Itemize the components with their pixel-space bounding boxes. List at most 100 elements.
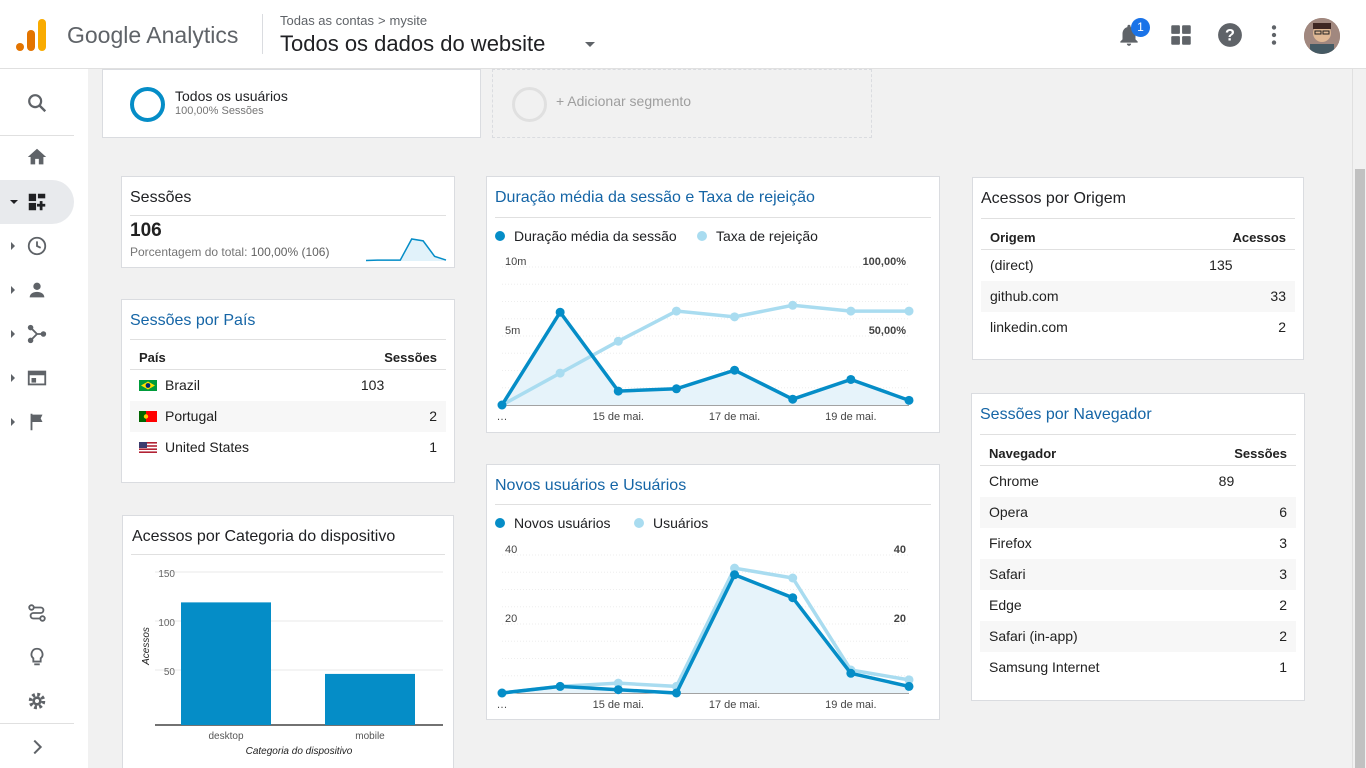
apps-grid-icon[interactable]	[1168, 22, 1194, 48]
page-scrollbar[interactable]	[1352, 69, 1366, 768]
flag-icon	[30, 413, 43, 431]
origin-table: Origem Acessos (direct) 135 github.com 33 l…	[981, 222, 1295, 343]
data-point	[904, 306, 914, 316]
card-divider	[130, 215, 446, 216]
segment-all-users[interactable]: Todos os usuários 100,00% Sessões	[102, 69, 481, 138]
y-tick-left: 10m	[505, 256, 526, 268]
card-divider	[981, 218, 1295, 219]
table-row[interactable]: United States 1	[130, 432, 446, 463]
admin-nav-item[interactable]	[0, 679, 74, 723]
legend-item[interactable]: Duração média da sessão	[495, 228, 677, 244]
data-point	[555, 368, 565, 378]
header-divider	[262, 14, 263, 54]
col-country[interactable]: País	[139, 350, 166, 365]
data-point	[613, 386, 623, 396]
nav-divider	[0, 723, 74, 724]
card-title[interactable]: Sessões por Navegador	[980, 406, 1152, 424]
breadcrumb-accounts[interactable]: Todas as contas	[280, 13, 374, 28]
data-point	[671, 306, 681, 316]
caret-right-icon	[11, 286, 15, 294]
search-nav-item[interactable]	[0, 81, 74, 125]
col-hits[interactable]: Acessos	[1233, 222, 1286, 254]
breadcrumb-site[interactable]: mysite	[390, 13, 428, 28]
row-value: 1	[429, 439, 437, 455]
conversions-nav-item[interactable]	[0, 400, 74, 444]
row-label: Samsung Internet	[989, 659, 1100, 675]
legend-dot	[634, 518, 644, 528]
table-row[interactable]: Opera 6	[980, 497, 1296, 528]
behavior-icon	[27, 370, 47, 386]
row-label: Brazil	[165, 377, 201, 393]
data-point	[671, 384, 681, 394]
behavior-nav-item[interactable]	[0, 356, 74, 400]
y-tick-right: 100,00%	[863, 256, 907, 268]
data-point	[613, 336, 623, 346]
table-header: Origem Acessos	[981, 222, 1295, 250]
card-title[interactable]: Novos usuários e Usuários	[495, 477, 686, 495]
legend-label: Duração média da sessão	[514, 228, 677, 244]
col-sessions[interactable]: Sessões	[384, 342, 437, 374]
add-segment-button[interactable]: + Adicionar segmento	[492, 69, 872, 138]
acquisition-nav-item[interactable]	[0, 312, 74, 356]
data-point	[730, 312, 740, 322]
expand-nav-button[interactable]	[0, 725, 74, 768]
legend-item[interactable]: Novos usuários	[495, 515, 611, 531]
col-origin[interactable]: Origem	[990, 230, 1036, 245]
legend-item[interactable]: Usuários	[634, 515, 708, 531]
discover-nav-item[interactable]	[0, 635, 74, 679]
data-point	[497, 688, 507, 698]
data-point	[671, 688, 681, 698]
audience-nav-item[interactable]	[0, 268, 74, 312]
svg-text:?: ?	[1225, 26, 1235, 44]
table-row[interactable]: (direct) 135	[981, 250, 1295, 281]
card-divider	[980, 434, 1296, 435]
y-tick-right: 50,00%	[869, 325, 907, 337]
avatar[interactable]	[1304, 18, 1340, 54]
row-value: 2	[429, 408, 437, 424]
table-row[interactable]: Chrome 89	[980, 466, 1296, 497]
col-browser[interactable]: Navegador	[989, 446, 1056, 461]
scrollbar-thumb[interactable]	[1355, 169, 1365, 768]
attribution-nav-item[interactable]	[0, 591, 74, 635]
table-row[interactable]: Brazil 103	[130, 370, 446, 401]
customization-nav-item[interactable]	[0, 180, 74, 224]
brand-name[interactable]: Google Analytics	[67, 22, 238, 49]
table-body: Brazil 103 Portugal 2 United States 1	[130, 370, 446, 463]
breadcrumb[interactable]: Todas as contas > mysite	[280, 13, 427, 28]
card-title[interactable]: Sessões por País	[130, 312, 255, 330]
data-point	[730, 365, 740, 375]
more-vert-icon[interactable]	[1261, 22, 1287, 48]
help-icon[interactable]: ?	[1217, 22, 1243, 48]
view-selector[interactable]: Todos os dados do website	[280, 31, 545, 57]
breadcrumb-separator: >	[377, 13, 386, 28]
table-row[interactable]: Safari (in-app) 2	[980, 621, 1296, 652]
person-icon	[29, 282, 45, 298]
row-label: Chrome	[989, 473, 1039, 489]
row-value: 33	[1270, 288, 1286, 304]
realtime-nav-item[interactable]	[0, 224, 74, 268]
table-row[interactable]: Samsung Internet 1	[980, 652, 1296, 683]
data-point	[788, 300, 798, 310]
users-card: Novos usuários e Usuários Novos usuários…	[486, 464, 940, 720]
row-label: linkedin.com	[990, 319, 1068, 335]
col-sessions[interactable]: Sessões	[1234, 438, 1287, 470]
row-label: github.com	[990, 288, 1059, 304]
table-row[interactable]: Firefox 3	[980, 528, 1296, 559]
legend-item[interactable]: Taxa de rejeição	[697, 228, 818, 244]
lightbulb-icon	[30, 647, 44, 666]
segment-title: Todos os usuários	[175, 88, 288, 104]
row-value: 2	[1279, 628, 1287, 644]
table-row[interactable]: Edge 2	[980, 590, 1296, 621]
data-point	[846, 668, 856, 678]
caret-right-icon	[11, 418, 15, 426]
duration-bounce-card: Duração média da sessão e Taxa de rejeiç…	[486, 176, 940, 433]
card-title[interactable]: Duração média da sessão e Taxa de rejeiç…	[495, 189, 815, 207]
table-row[interactable]: linkedin.com 2	[981, 312, 1295, 343]
analytics-logo[interactable]	[16, 19, 46, 51]
table-row[interactable]: Portugal 2	[130, 401, 446, 432]
chevron-down-icon[interactable]	[585, 42, 595, 47]
row-value: 3	[1279, 535, 1287, 551]
table-row[interactable]: github.com 33	[981, 281, 1295, 312]
home-nav-item[interactable]	[0, 135, 74, 179]
table-row[interactable]: Safari 3	[980, 559, 1296, 590]
